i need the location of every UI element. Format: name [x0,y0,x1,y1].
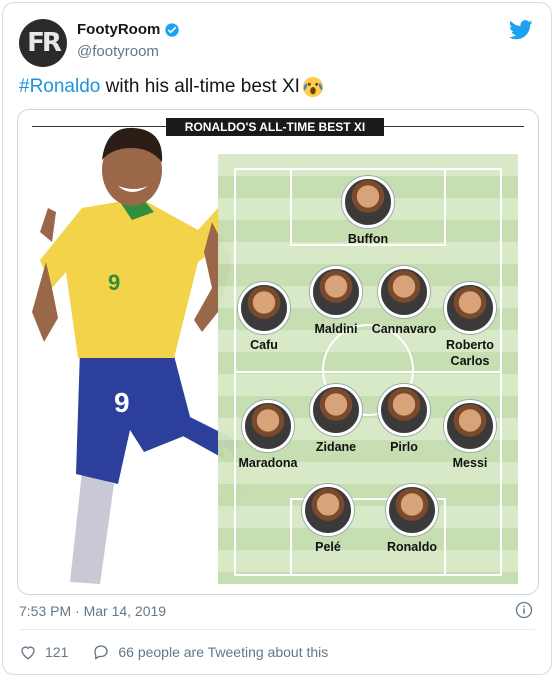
display-name[interactable]: FootyRoom [77,21,160,38]
player-name: Cafu [250,338,278,352]
verified-badge-icon [165,22,179,37]
player-name: Roberto Carlos [446,338,494,368]
player-photo [302,484,354,536]
tweet-image[interactable]: RONALDO'S ALL-TIME BEST XI 9 9 Buffon Ma… [17,109,539,595]
shorts-number: 9 [114,387,130,418]
player-photo [444,400,496,452]
display-name-row[interactable]: FootyRoom [77,21,180,38]
shirt-number: 9 [108,270,120,295]
twitter-bird-icon[interactable] [509,19,533,41]
player-photo [386,484,438,536]
tweeting-about-text: 66 people are Tweeting about this [118,644,329,660]
avatar[interactable]: FR [19,19,67,67]
divider [19,629,535,630]
player-cafu: Cafu [214,282,314,353]
tweet-card: FR FootyRoom @footyroom #Ronaldo with hi… [2,2,552,675]
player-photo [238,282,290,334]
avatar-logo-text: FR [27,28,62,58]
speech-bubble-icon [94,645,109,660]
like-button[interactable]: 121 [19,643,68,661]
conversation-link[interactable]: 66 people are Tweeting about this [92,643,328,661]
player-photo [242,400,294,452]
player-name: Maradona [238,456,298,470]
like-count: 121 [45,644,69,660]
player-messi: Messi [420,400,520,471]
tweet-text: #Ronaldo with his all-time best XI [19,76,324,98]
heart-icon [21,646,35,660]
info-icon[interactable] [515,601,533,619]
player-name: Messi [452,456,488,470]
screaming-face-emoji [302,76,324,98]
hashtag-link[interactable]: #Ronaldo [19,76,100,98]
player-buffon: Buffon [318,176,418,247]
player-photo [342,176,394,228]
player-photo [444,282,496,334]
tweet-body-text: with his all-time best XI [100,76,300,97]
player-maradona: Maradona [218,400,318,471]
tweet-timestamp[interactable]: 7:53 PM · Mar 14, 2019 [19,603,166,619]
player-ronaldo: Ronaldo [362,484,462,555]
action-bar: 121 66 people are Tweeting about this [19,643,352,661]
player-name: Buffon [347,232,389,246]
player-name: Ronaldo [387,540,437,554]
user-handle[interactable]: @footyroom [77,43,159,60]
player-roberto-carlos: Roberto Carlos [420,282,520,369]
